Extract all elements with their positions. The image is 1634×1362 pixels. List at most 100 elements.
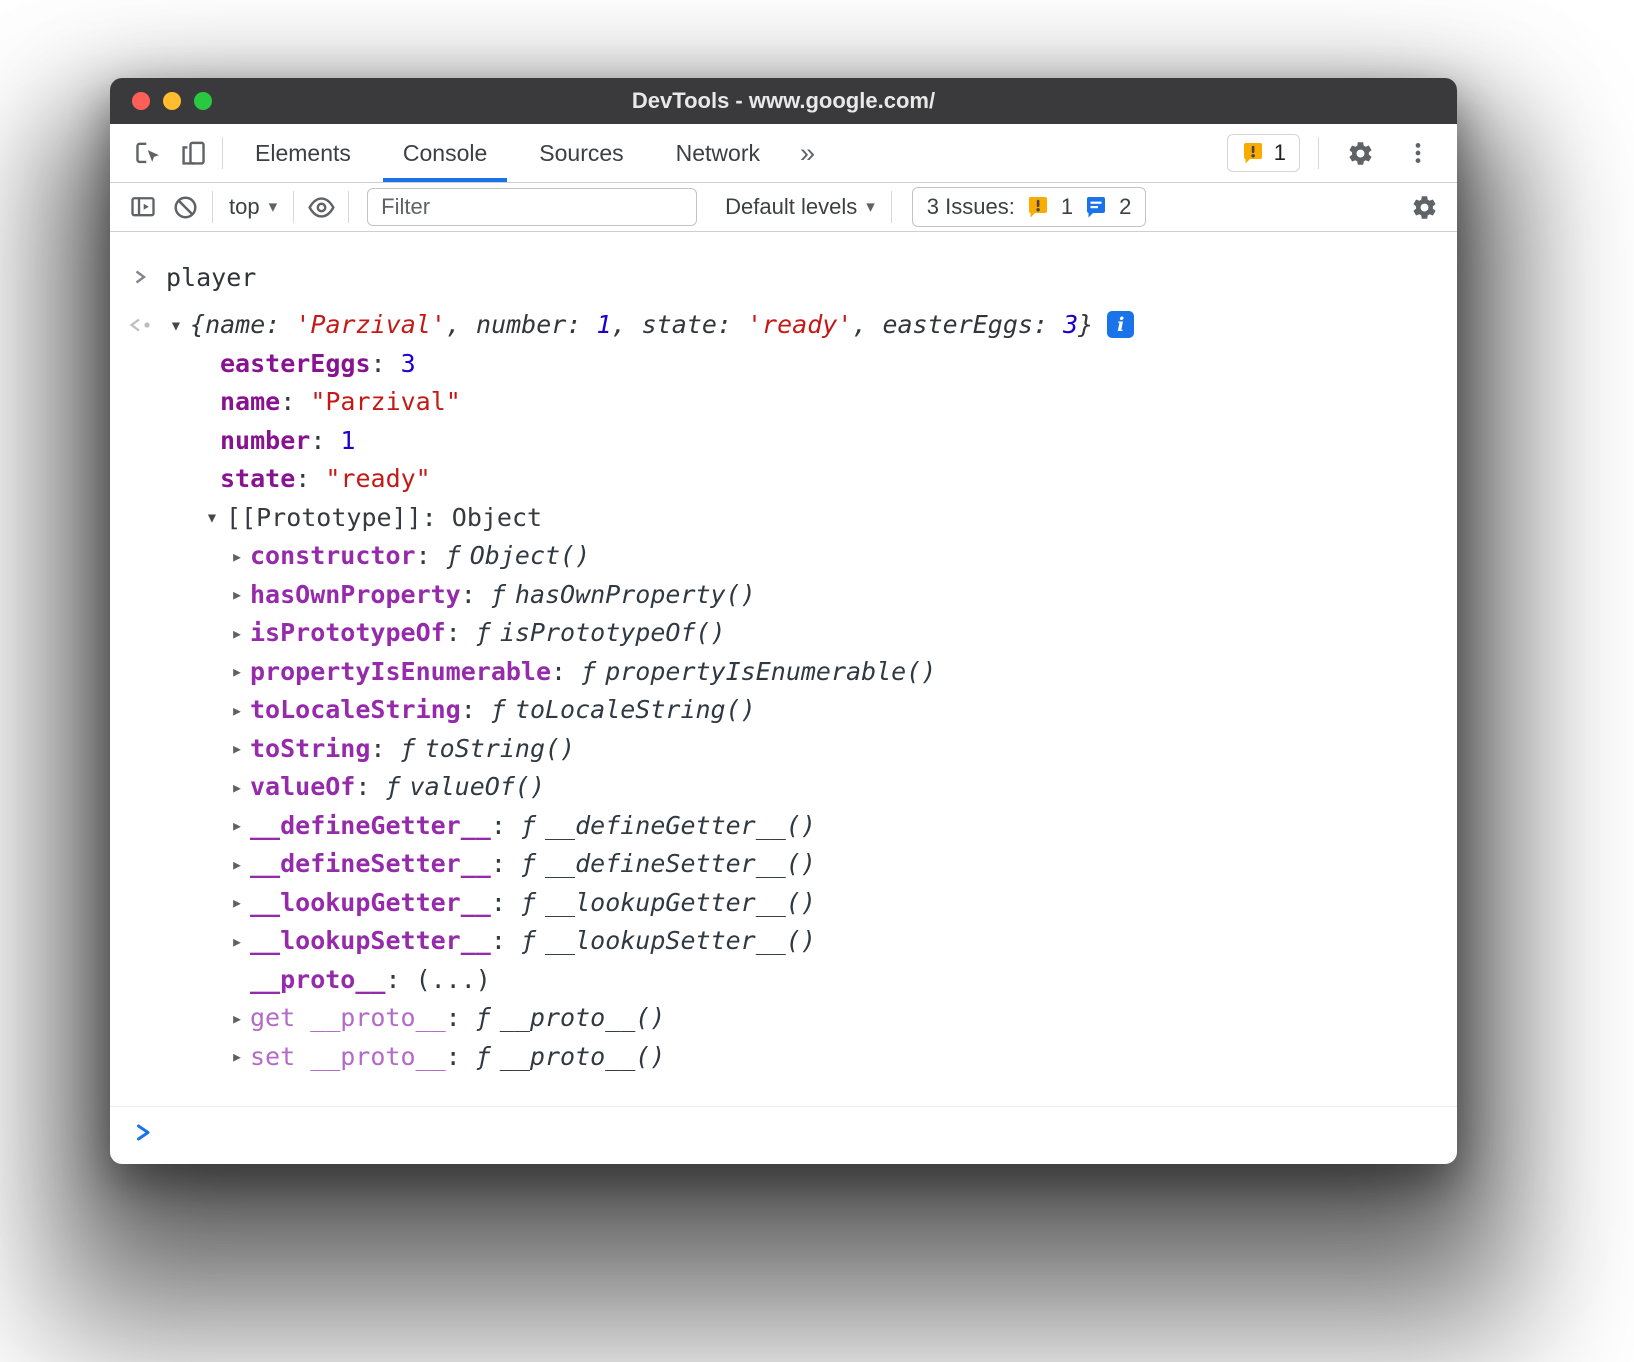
- object-property-row[interactable]: state: "ready": [110, 460, 1457, 499]
- prototype-method-row[interactable]: ▸isPrototypeOf: ƒisPrototypeOf(): [110, 614, 1457, 653]
- expand-arrow-icon[interactable]: ▸: [224, 582, 250, 606]
- device-toolbar-icon: [179, 139, 208, 168]
- separator: :: [551, 657, 581, 686]
- function-glyph: ƒ: [521, 926, 536, 955]
- prototype-method-row[interactable]: ▸__lookupGetter__: ƒ__lookupGetter__(): [110, 883, 1457, 922]
- returned-value-icon: [124, 315, 162, 335]
- eye-icon: [307, 193, 336, 222]
- issues-warning-count: 1: [1061, 194, 1073, 220]
- divider: [348, 191, 349, 223]
- expand-arrow-icon[interactable]: ▸: [224, 852, 250, 876]
- execution-context-selector[interactable]: top ▾: [219, 194, 287, 220]
- separator: :: [422, 503, 452, 532]
- more-tabs-button[interactable]: »: [786, 138, 829, 169]
- object-property-row[interactable]: number: 1: [110, 421, 1457, 460]
- prototype-method-row[interactable]: ▸toLocaleString: ƒtoLocaleString(): [110, 691, 1457, 730]
- console-command-row[interactable]: player: [110, 258, 1457, 297]
- chevron-down-icon: ▾: [866, 197, 875, 217]
- expand-arrow-icon[interactable]: ▸: [224, 1044, 250, 1068]
- error-badge[interactable]: 1: [1227, 134, 1300, 172]
- prototype-row[interactable]: ▾ [[Prototype]]: Object: [110, 498, 1457, 537]
- error-badge-count: 1: [1274, 140, 1286, 166]
- function-signature: toLocaleString(): [515, 695, 756, 724]
- prototype-method-row[interactable]: ▸__lookupSetter__: ƒ__lookupSetter__(): [110, 922, 1457, 961]
- expand-arrow-icon[interactable]: ▸: [224, 621, 250, 645]
- close-window-button[interactable]: [132, 92, 150, 110]
- clear-console-button[interactable]: [164, 187, 206, 227]
- zoom-window-button[interactable]: [194, 92, 212, 110]
- tab-console[interactable]: Console: [377, 124, 513, 182]
- proto-accessor-row[interactable]: ▸set__proto__: ƒ__proto__(): [110, 1037, 1457, 1076]
- method-name: __defineGetter__: [250, 811, 491, 840]
- function-value: ƒ__lookupSetter__(): [521, 926, 816, 955]
- issues-message-count: 2: [1119, 194, 1131, 220]
- function-value: ƒtoLocaleString(): [491, 695, 756, 724]
- expand-arrow-icon[interactable]: ▸: [224, 736, 250, 760]
- prototype-method-row[interactable]: ▸toString: ƒtoString(): [110, 729, 1457, 768]
- tab-elements[interactable]: Elements: [229, 124, 377, 182]
- object-preview[interactable]: {name: 'Parzival', number: 1, state: 're…: [190, 310, 1093, 339]
- tab-sources[interactable]: Sources: [513, 124, 649, 182]
- filter-input[interactable]: [367, 188, 697, 226]
- customize-devtools-button[interactable]: [1395, 130, 1441, 176]
- tab-label: Elements: [255, 140, 351, 167]
- command-text: player: [166, 263, 256, 292]
- log-levels-selector[interactable]: Default levels ▾: [715, 194, 885, 220]
- property-name: name: [220, 387, 280, 416]
- property-value: "ready": [325, 464, 430, 493]
- tab-network[interactable]: Network: [650, 124, 786, 182]
- settings-button[interactable]: [1337, 130, 1383, 176]
- prototype-method-row[interactable]: ▸__defineGetter__: ƒ__defineGetter__(): [110, 806, 1457, 845]
- prototype-method-row[interactable]: ▸valueOf: ƒvalueOf(): [110, 768, 1457, 807]
- proto-shortcut-row[interactable]: __proto__: (...): [110, 960, 1457, 999]
- collapse-arrow-icon[interactable]: ▾: [198, 505, 226, 529]
- titlebar[interactable]: DevTools - www.google.com/: [110, 78, 1457, 124]
- expand-arrow-icon[interactable]: ▸: [224, 659, 250, 683]
- issues-counter[interactable]: 3 Issues: 1 2: [912, 187, 1147, 227]
- function-value: ƒvalueOf(): [385, 772, 545, 801]
- function-value: ƒ__defineGetter__(): [521, 811, 816, 840]
- info-icon[interactable]: i: [1107, 311, 1134, 338]
- expand-arrow-icon[interactable]: ▸: [224, 698, 250, 722]
- console-settings-button[interactable]: [1403, 187, 1445, 227]
- function-signature: Object(): [470, 541, 590, 570]
- property-name: state: [220, 464, 295, 493]
- function-glyph: ƒ: [446, 541, 461, 570]
- separator: :: [446, 618, 476, 647]
- expand-arrow-icon[interactable]: ▸: [224, 813, 250, 837]
- console-result-row[interactable]: ▾ {name: 'Parzival', number: 1, state: '…: [110, 306, 1457, 345]
- create-live-expression-button[interactable]: [300, 187, 342, 227]
- expand-arrow-icon[interactable]: ▸: [224, 544, 250, 568]
- expand-arrow-icon[interactable]: ▸: [224, 775, 250, 799]
- prototype-method-row[interactable]: ▸propertyIsEnumerable: ƒpropertyIsEnumer…: [110, 652, 1457, 691]
- expand-arrow-icon[interactable]: ▸: [224, 929, 250, 953]
- preview-token: number: [476, 310, 566, 339]
- function-glyph: ƒ: [581, 657, 596, 686]
- proto-accessor-row[interactable]: ▸get__proto__: ƒ__proto__(): [110, 999, 1457, 1038]
- preview-token: easterEggs: [882, 310, 1033, 339]
- preview-token: :: [566, 310, 596, 339]
- preview-token: 3: [1063, 310, 1078, 339]
- inspect-element-button[interactable]: [124, 130, 170, 176]
- separator: :: [491, 888, 521, 917]
- function-value: ƒ__defineSetter__(): [521, 849, 816, 878]
- expand-arrow-icon[interactable]: ▸: [224, 890, 250, 914]
- prototype-method-row[interactable]: ▸__defineSetter__: ƒ__defineSetter__(): [110, 845, 1457, 884]
- prototype-method-row[interactable]: ▸hasOwnProperty: ƒhasOwnProperty(): [110, 575, 1457, 614]
- function-signature: __proto__(): [500, 1003, 666, 1032]
- function-signature: __defineSetter__(): [545, 849, 816, 878]
- console-prompt[interactable]: [110, 1106, 1457, 1164]
- collapse-arrow-icon[interactable]: ▾: [162, 313, 190, 337]
- expand-arrow-icon[interactable]: ▸: [224, 1006, 250, 1030]
- separator: :: [385, 965, 415, 994]
- separator: :: [280, 387, 310, 416]
- console-sidebar-toggle-button[interactable]: [122, 187, 164, 227]
- prototype-method-row[interactable]: ▸constructor: ƒObject(): [110, 537, 1457, 576]
- minimize-window-button[interactable]: [163, 92, 181, 110]
- device-toolbar-button[interactable]: [170, 130, 216, 176]
- object-property-row[interactable]: name: "Parzival": [110, 383, 1457, 422]
- separator: :: [446, 1042, 476, 1071]
- object-property-row[interactable]: easterEggs: 3: [110, 344, 1457, 383]
- warning-bubble-icon: [1241, 141, 1265, 165]
- function-value: ƒ__lookupGetter__(): [521, 888, 816, 917]
